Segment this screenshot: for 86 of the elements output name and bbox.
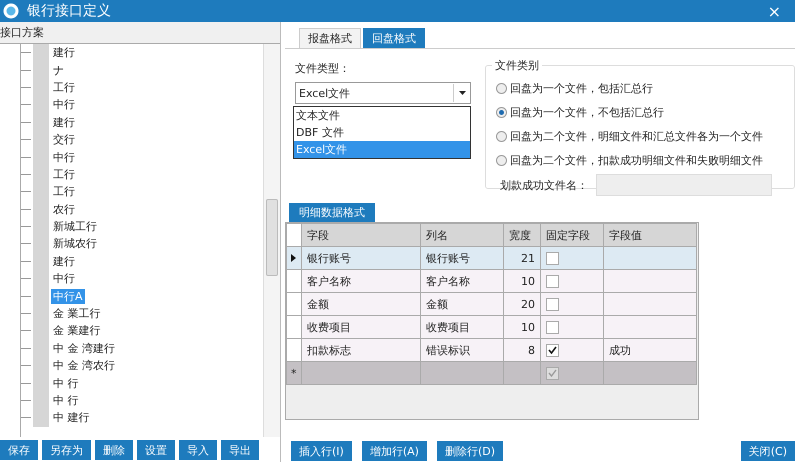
blur-patch (33, 44, 49, 62)
tree-item[interactable]: 中 行 (51, 376, 80, 391)
tree-item[interactable]: 工行 (51, 166, 77, 182)
table-cell: 10 (504, 316, 540, 338)
table-cell: 金额 (302, 292, 420, 316)
checkbox[interactable] (546, 252, 559, 265)
toolbar-button[interactable]: 设置 (137, 440, 175, 460)
caret-icon (458, 91, 466, 95)
tree-item[interactable]: 中 金 湾建行 (51, 340, 117, 356)
column-header[interactable]: 固定字段 (540, 224, 604, 246)
close-button[interactable]: × (754, 2, 795, 20)
table-cell: 收费项目 (420, 316, 504, 338)
app-logo-icon (3, 3, 19, 19)
toolbar-button[interactable]: 另存为 (42, 440, 91, 460)
grid-button[interactable]: 删除行(D) (436, 441, 503, 461)
radio-label: 回盘为二个文件，扣款成功明细文件和失败明细文件 (510, 152, 763, 168)
tree-item[interactable]: 中 建行 (51, 410, 92, 426)
tree-item[interactable]: 金 業工行 (51, 306, 102, 322)
dropdown-option[interactable]: DBF 文件 (294, 124, 470, 141)
table-cell: 银行账号 (420, 246, 504, 270)
grid-button[interactable]: 增加行(A) (362, 441, 427, 461)
radio-button[interactable] (496, 82, 507, 94)
tree-item[interactable]: 建行 (51, 254, 77, 269)
input-field[interactable] (596, 174, 772, 196)
table-cell: 扣款标志 (302, 338, 420, 362)
radio-button[interactable] (496, 106, 507, 118)
group-title: 文件类别 (492, 58, 542, 73)
tree-item[interactable]: 建行 (51, 45, 77, 60)
tree-item[interactable]: 中 行 (51, 393, 80, 408)
table-cell: 金额 (420, 292, 504, 316)
tree-item[interactable]: 工行 (51, 80, 77, 95)
file-type-label: 文件类型： (295, 62, 350, 75)
checkbox[interactable] (546, 298, 559, 311)
grid-button[interactable]: 插入行(I) (291, 441, 352, 461)
radio-label: 回盘为一个文件，包括汇总行 (510, 80, 653, 96)
table-cell: 8 (504, 338, 540, 362)
toolbar-button[interactable]: 删除 (95, 440, 133, 460)
table-cell: 银行账号 (302, 246, 420, 270)
checkbox[interactable] (546, 274, 559, 288)
table-cell: 10 (504, 270, 540, 292)
table-cell: 客户名称 (420, 270, 504, 292)
tree-item[interactable]: ナ (51, 62, 66, 78)
column-header[interactable]: 列名 (420, 224, 504, 246)
tab[interactable]: 明细数据格式 (289, 203, 375, 222)
dropdown-option[interactable]: 文本文件 (294, 107, 470, 124)
toolbar-button[interactable]: 保存 (0, 440, 38, 460)
tree-item[interactable]: 金 業建行 (51, 323, 102, 338)
row-pointer-icon (291, 254, 296, 262)
tree-item[interactable]: 建行 (51, 114, 77, 130)
tree-item[interactable]: 农行 (51, 202, 77, 217)
tree-item[interactable]: 交行 (51, 132, 77, 148)
radio-button[interactable] (496, 154, 507, 166)
column-header[interactable]: 宽度 (504, 224, 540, 246)
column-header[interactable]: 字段值 (604, 224, 696, 246)
table-cell: 客户名称 (302, 270, 420, 292)
table-cell: 20 (504, 292, 540, 316)
tree-item[interactable]: 中行 (51, 271, 77, 286)
window-title: 银行接口定义 (27, 2, 112, 20)
file-type-dropdown[interactable]: Excel文件 (295, 82, 471, 104)
radio-label: 回盘为一个文件，不包括汇总行 (510, 104, 664, 120)
scrollbar[interactable] (263, 44, 280, 437)
table-cell: 错误标识 (420, 338, 504, 362)
checkbox[interactable] (546, 366, 559, 380)
toolbar-button[interactable]: 导入 (179, 440, 217, 460)
close-button[interactable]: 关闭(C) (740, 441, 795, 461)
tree-item[interactable]: 新城农行 (51, 236, 99, 252)
field-label: 划款成功文件名： (500, 178, 588, 192)
column-header[interactable]: 字段 (302, 224, 420, 246)
blur-patch (33, 409, 49, 427)
radio-label: 回盘为二个文件，明细文件和汇总文件各为一个文件 (510, 128, 763, 144)
panel-header: 接口方案 (0, 22, 280, 44)
tree-item[interactable]: 新城工行 (51, 219, 99, 234)
tree-item[interactable]: 中 金 湾农行 (51, 358, 117, 374)
tab[interactable]: 回盘格式 (363, 28, 425, 48)
table-cell: 成功 (609, 344, 631, 356)
tree-item[interactable]: 工行 (51, 184, 77, 200)
checkbox[interactable] (546, 320, 559, 334)
table-cell: 21 (504, 246, 540, 270)
tree-item[interactable]: 中行 (51, 97, 77, 112)
new-row-marker: * (291, 366, 296, 380)
toolbar-button[interactable]: 导出 (221, 440, 259, 460)
checkbox[interactable] (546, 344, 559, 357)
table-cell: 收费项目 (302, 316, 420, 338)
radio-button[interactable] (496, 130, 507, 142)
tab[interactable]: 报盘格式 (299, 28, 361, 48)
tree-item[interactable]: 中行 (51, 150, 77, 165)
